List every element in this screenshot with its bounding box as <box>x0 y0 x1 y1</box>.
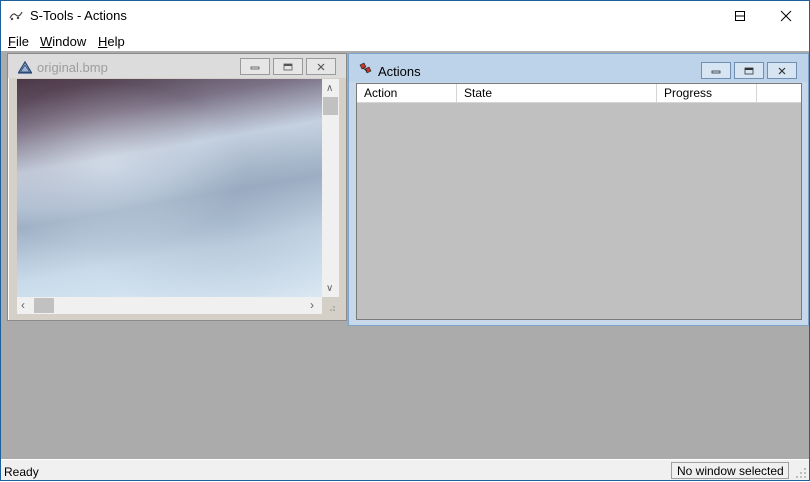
minimize-icon <box>711 70 721 73</box>
image-close-button[interactable] <box>306 58 336 75</box>
column-header-action[interactable]: Action <box>357 84 457 103</box>
actions-close-button[interactable] <box>767 62 797 79</box>
horizontal-scrollbar[interactable] <box>17 297 322 314</box>
actions-list[interactable] <box>356 83 802 320</box>
menu-window[interactable]: Window <box>40 34 86 49</box>
image-minimize-button[interactable] <box>240 58 270 75</box>
scroll-right-icon[interactable]: › <box>310 298 314 312</box>
image-window-title: original.bmp <box>37 60 108 75</box>
column-header-state[interactable]: State <box>457 84 657 103</box>
status-text: Ready <box>4 465 39 479</box>
bitmap-icon <box>17 59 33 75</box>
scroll-up-icon[interactable]: ∧ <box>326 83 333 94</box>
window-title: S-Tools - Actions <box>30 8 127 23</box>
scroll-down-icon[interactable]: ∨ <box>326 283 333 294</box>
maximize-button[interactable] <box>717 1 763 30</box>
maximize-icon <box>744 67 754 74</box>
resize-grip-icon[interactable] <box>795 467 807 479</box>
close-icon <box>317 63 325 70</box>
vertical-scroll-thumb[interactable] <box>323 97 338 115</box>
menu-help[interactable]: Help <box>98 34 125 49</box>
close-icon <box>778 67 786 74</box>
actions-icon <box>358 61 374 77</box>
image-maximize-button[interactable] <box>273 58 303 75</box>
maximize-icon <box>735 10 745 21</box>
status-panel: No window selected <box>671 462 789 479</box>
scroll-left-icon[interactable]: ‹ <box>21 298 25 312</box>
minimize-icon <box>250 66 260 69</box>
size-grip-icon[interactable] <box>326 301 336 311</box>
close-button[interactable] <box>763 1 809 30</box>
image-content <box>17 79 322 297</box>
app-icon <box>9 9 23 21</box>
column-header-progress[interactable]: Progress <box>657 84 757 103</box>
horizontal-scroll-thumb[interactable] <box>34 298 54 313</box>
maximize-icon <box>283 63 293 70</box>
close-icon <box>780 10 792 21</box>
actions-maximize-button[interactable] <box>734 62 764 79</box>
actions-window-title: Actions <box>378 64 421 79</box>
actions-minimize-button[interactable] <box>701 62 731 79</box>
menu-file[interactable]: File <box>8 34 29 49</box>
